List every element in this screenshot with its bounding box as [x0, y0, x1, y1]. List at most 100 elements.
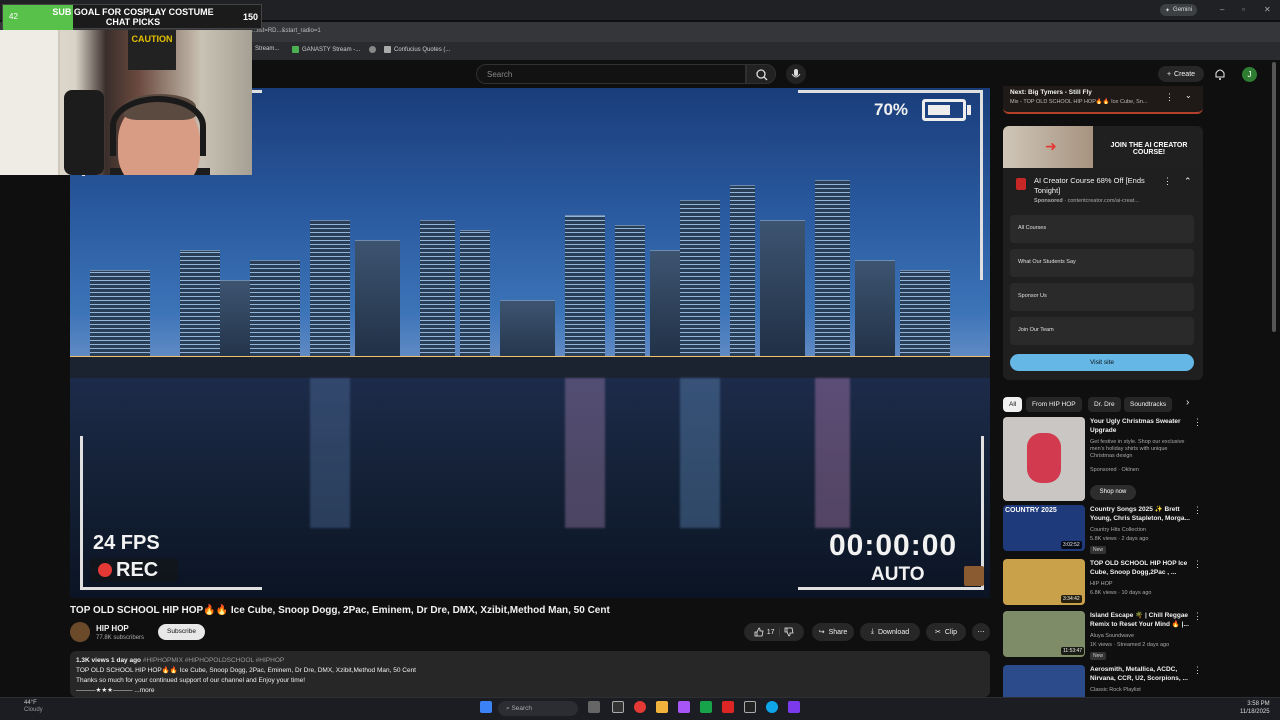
rec-more-icon[interactable]: ⋮ [1193, 611, 1202, 622]
ad-title[interactable]: AI Creator Course 68% Off [Ends Tonight] [1034, 176, 1158, 196]
bookmark-favicon-icon [292, 46, 299, 53]
list-item[interactable]: 3:34:42 TOP OLD SCHOOL HIP HOP Ice Cube,… [1003, 559, 1203, 609]
bookmark-item[interactable]: GANASTY Stream -... [292, 46, 360, 53]
ad-more-icon[interactable]: ⋮ [1163, 176, 1172, 187]
voice-search-button[interactable] [786, 64, 806, 84]
create-button[interactable]: + Create [1158, 66, 1204, 82]
download-button[interactable]: ⤓ Download [860, 623, 920, 641]
thumbs-down-icon[interactable] [784, 627, 794, 637]
chevron-down-icon[interactable]: ⌄ [1185, 91, 1192, 100]
clip-label: Clip [944, 628, 957, 636]
ad-link-courses[interactable]: All Courses [1010, 215, 1194, 243]
share-label: Share [828, 628, 848, 636]
list-item[interactable]: COUNTRY 2025 3:02:52 Country Songs 2025 … [1003, 505, 1203, 555]
rec-thumbnail [1003, 417, 1085, 501]
bookmark-label: Stream... [255, 46, 280, 52]
desc-tags[interactable]: #HIPHOPMIX #HIPHOPOLDSCHOOL #HIPHOP [143, 657, 284, 664]
more-actions-button[interactable]: ⋯ [972, 623, 990, 641]
app-icon[interactable] [722, 701, 734, 713]
share-icon: ↪ [818, 629, 825, 636]
chip-soundtracks[interactable]: Soundtracks [1124, 397, 1173, 412]
battery-tip [967, 105, 971, 115]
clip-button[interactable]: ✂ Clip [926, 623, 966, 641]
weather-widget[interactable]: 44°F Cloudy [24, 700, 43, 714]
account-avatar[interactable]: J [1242, 67, 1257, 82]
desc-more-link[interactable]: ...more [134, 687, 154, 694]
page-scrollbar[interactable] [1272, 62, 1276, 332]
list-item[interactable]: 11:53:47 Island Escape 🌴 | Chill Reggae … [1003, 611, 1203, 661]
chevron-up-icon[interactable]: ⌃ [1184, 176, 1192, 187]
rec-more-icon[interactable]: ⋮ [1193, 505, 1202, 516]
bookmark-item[interactable]: Stream... [255, 46, 279, 52]
shop-now-button[interactable]: Shop now [1090, 485, 1136, 500]
app-icon[interactable] [678, 701, 690, 713]
rec-channel: Aluya Soundwave [1090, 633, 1135, 639]
ad-banner[interactable]: ➜ JOIN THE AI CREATOR COURSE! [1003, 126, 1203, 168]
download-icon: ⤓ [870, 628, 874, 635]
app-icon[interactable] [788, 701, 800, 713]
rec-title: Aerosmith, Metallica, ACDC, Nirvana, CCR… [1090, 666, 1188, 682]
channel-avatar[interactable] [70, 622, 90, 642]
bookmark-label: GANASTY Stream -... [302, 46, 361, 53]
rec-meta: 1K views · Streamed 2 days ago [1090, 642, 1170, 648]
app-icon[interactable] [588, 701, 600, 713]
rec-title: TOP OLD SCHOOL HIP HOP Ice Cube, Snoop D… [1090, 560, 1188, 576]
chip-from-hiphop[interactable]: From HIP HOP [1026, 397, 1082, 412]
share-button[interactable]: ↪ Share [812, 623, 854, 641]
notifications-button[interactable] [1213, 67, 1227, 81]
bookmark-item[interactable]: Confucius Quotes (... [384, 46, 450, 53]
edge-icon[interactable] [766, 701, 778, 713]
rec-channel: HIP HOP [1090, 581, 1113, 587]
more-vert-icon[interactable]: ⋮ [1165, 92, 1174, 103]
sweater-image [1027, 433, 1061, 483]
taskbar-clock[interactable]: 3:58 PM 11/18/2025 [1240, 700, 1270, 716]
thumb-text: COUNTRY 2025 [1005, 507, 1057, 514]
chip-all[interactable]: All [1003, 397, 1023, 412]
chip-dr-dre[interactable]: Dr. Dre [1088, 397, 1121, 412]
webcam-door [0, 30, 60, 175]
ad-link-sponsor[interactable]: Sponsor Us [1010, 283, 1194, 311]
subscribe-button[interactable]: Subscribe [158, 624, 205, 640]
rec-more-icon[interactable]: ⋮ [1193, 417, 1202, 428]
minimize-icon[interactable]: – [1220, 5, 1224, 14]
rec-title: Your Ugly Christmas Sweater Upgrade [1090, 418, 1181, 434]
chevron-right-icon[interactable]: › [1186, 397, 1189, 408]
folder-icon[interactable] [656, 701, 668, 713]
app-icon[interactable] [700, 701, 712, 713]
bell-icon [1215, 69, 1225, 80]
rec-label: REC [116, 559, 159, 581]
channel-subscribers: 77.8K subscribers [96, 635, 145, 641]
start-icon[interactable] [480, 701, 492, 713]
mic-icon [791, 69, 801, 78]
webcam-poster: CAUTION [128, 30, 176, 70]
bookmark-favicon-icon [369, 46, 376, 53]
ad-sponsor-line: Sponsored · contentcreator.com/ai-creat.… [1034, 198, 1139, 204]
rec-duration: 3:02:52 [1061, 541, 1082, 549]
rec-more-icon[interactable]: ⋮ [1193, 665, 1202, 676]
app-icon[interactable] [744, 701, 756, 713]
close-icon[interactable]: ✕ [1264, 5, 1271, 14]
like-button[interactable]: 17 [754, 627, 774, 637]
search-button[interactable] [746, 64, 776, 84]
more-icon: ⋯ [977, 629, 985, 636]
channel-watermark[interactable] [964, 566, 984, 586]
app-icon[interactable] [612, 701, 624, 713]
desc-line: Thanks so much for your continued suppor… [76, 677, 306, 684]
ad-link-team[interactable]: Join Our Team [1010, 317, 1194, 345]
search-input[interactable]: Search [476, 64, 746, 84]
visit-site-button[interactable]: Visit site [1010, 354, 1194, 371]
rec-more-icon[interactable]: ⋮ [1193, 559, 1202, 570]
gemini-button[interactable]: ✦ Gemini [1160, 4, 1198, 16]
channel-name[interactable]: HIP HOP [96, 624, 129, 633]
bookmark-item[interactable] [369, 46, 376, 53]
ad-link-students[interactable]: What Our Students Say [1010, 249, 1194, 277]
rec-duration: 11:53:47 [1061, 647, 1085, 655]
description-box[interactable]: 1.3K views 1 day ago #HIPHOPMIX #HIPHOPO… [70, 651, 990, 697]
next-up-card[interactable]: Next: Big Tymers - Still Fly Mix - TOP O… [1003, 86, 1203, 114]
list-item[interactable]: Your Ugly Christmas Sweater Upgrade Get … [1003, 417, 1203, 501]
list-item[interactable]: Aerosmith, Metallica, ACDC, Nirvana, CCR… [1003, 665, 1203, 697]
chrome-icon[interactable] [634, 701, 646, 713]
rec-title: Country Songs 2025 ✨ Brett Young, Chris … [1090, 506, 1190, 522]
maximize-icon[interactable]: ▫ [1242, 5, 1245, 14]
taskbar-search[interactable]: ⌕ Search [498, 701, 578, 716]
